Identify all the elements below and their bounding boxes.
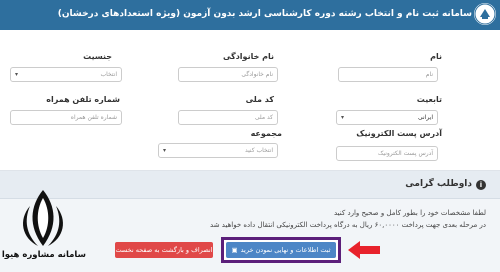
nationality-value: ایرانی [418, 114, 433, 121]
gender-select[interactable]: انتخاب ▾ [10, 67, 122, 82]
email-label: آدرس پست الکترونیک [356, 129, 442, 138]
save-icon: ▣ [231, 246, 238, 254]
email-input[interactable]: آدرس پست الکترونیک [336, 146, 438, 161]
mobile-label: شماره تلفن همراه [46, 95, 120, 104]
gender-placeholder: انتخاب [100, 71, 118, 78]
watermark-text: سامانه مشاوره هیوا [1, 250, 86, 260]
group-select[interactable]: انتخاب کنید ▾ [158, 143, 278, 158]
info-icon: i [476, 180, 486, 190]
name-input[interactable]: نام [338, 67, 438, 82]
chevron-down-icon: ▾ [341, 114, 345, 121]
panel-text-line-2: در مرحله بعدی جهت پرداخت ۶۰,۰۰۰۰ ریال به… [210, 221, 486, 229]
registration-form: نام نام نام خانوادگی نام خانوادگی جنسیت … [0, 30, 500, 170]
mobile-input[interactable]: شماره تلفن همراه [10, 110, 122, 125]
email-placeholder: آدرس پست الکترونیک [378, 150, 433, 157]
university-logo-icon [474, 3, 496, 25]
page-title: سامانه ثبت نام و انتخاب رشته دوره کارشنا… [57, 9, 472, 19]
submit-button[interactable]: ثبت اطلاعات و نهایی نمودن خرید ▣ [226, 242, 336, 258]
chevron-down-icon: ▾ [163, 147, 167, 154]
gender-label: جنسیت [83, 52, 112, 61]
nationality-label: تابعیت [416, 95, 442, 104]
family-input[interactable]: نام خانوادگی [178, 67, 278, 82]
nationality-select[interactable]: ایرانی ▾ [336, 110, 438, 125]
panel-title: داوطلب گرامی [405, 179, 472, 189]
back-label: انصراف و بازگشت به صفحه نخست [115, 246, 213, 254]
national-code-placeholder: کد ملی [254, 114, 273, 121]
mobile-placeholder: شماره تلفن همراه [70, 114, 117, 121]
group-label: مجموعه [250, 129, 282, 138]
app-header: سامانه ثبت نام و انتخاب رشته دوره کارشنا… [0, 0, 500, 30]
submit-label: ثبت اطلاعات و نهایی نمودن خرید [240, 246, 331, 254]
national-code-label: کد ملی [245, 95, 274, 104]
chevron-down-icon: ▾ [15, 71, 19, 78]
group-placeholder: انتخاب کنید [244, 147, 273, 154]
back-button[interactable]: انصراف و بازگشت به صفحه نخست [115, 242, 213, 258]
name-label: نام [430, 52, 442, 61]
family-placeholder: نام خانوادگی [241, 71, 273, 78]
name-placeholder: نام [425, 71, 433, 78]
national-code-input[interactable]: کد ملی [178, 110, 278, 125]
arrow-left-icon [348, 241, 380, 259]
family-label: نام خانوادگی [222, 52, 274, 61]
panel-text-line-1: لطفا مشخصات خود را بطور کامل و صحیح وارد… [334, 209, 486, 217]
